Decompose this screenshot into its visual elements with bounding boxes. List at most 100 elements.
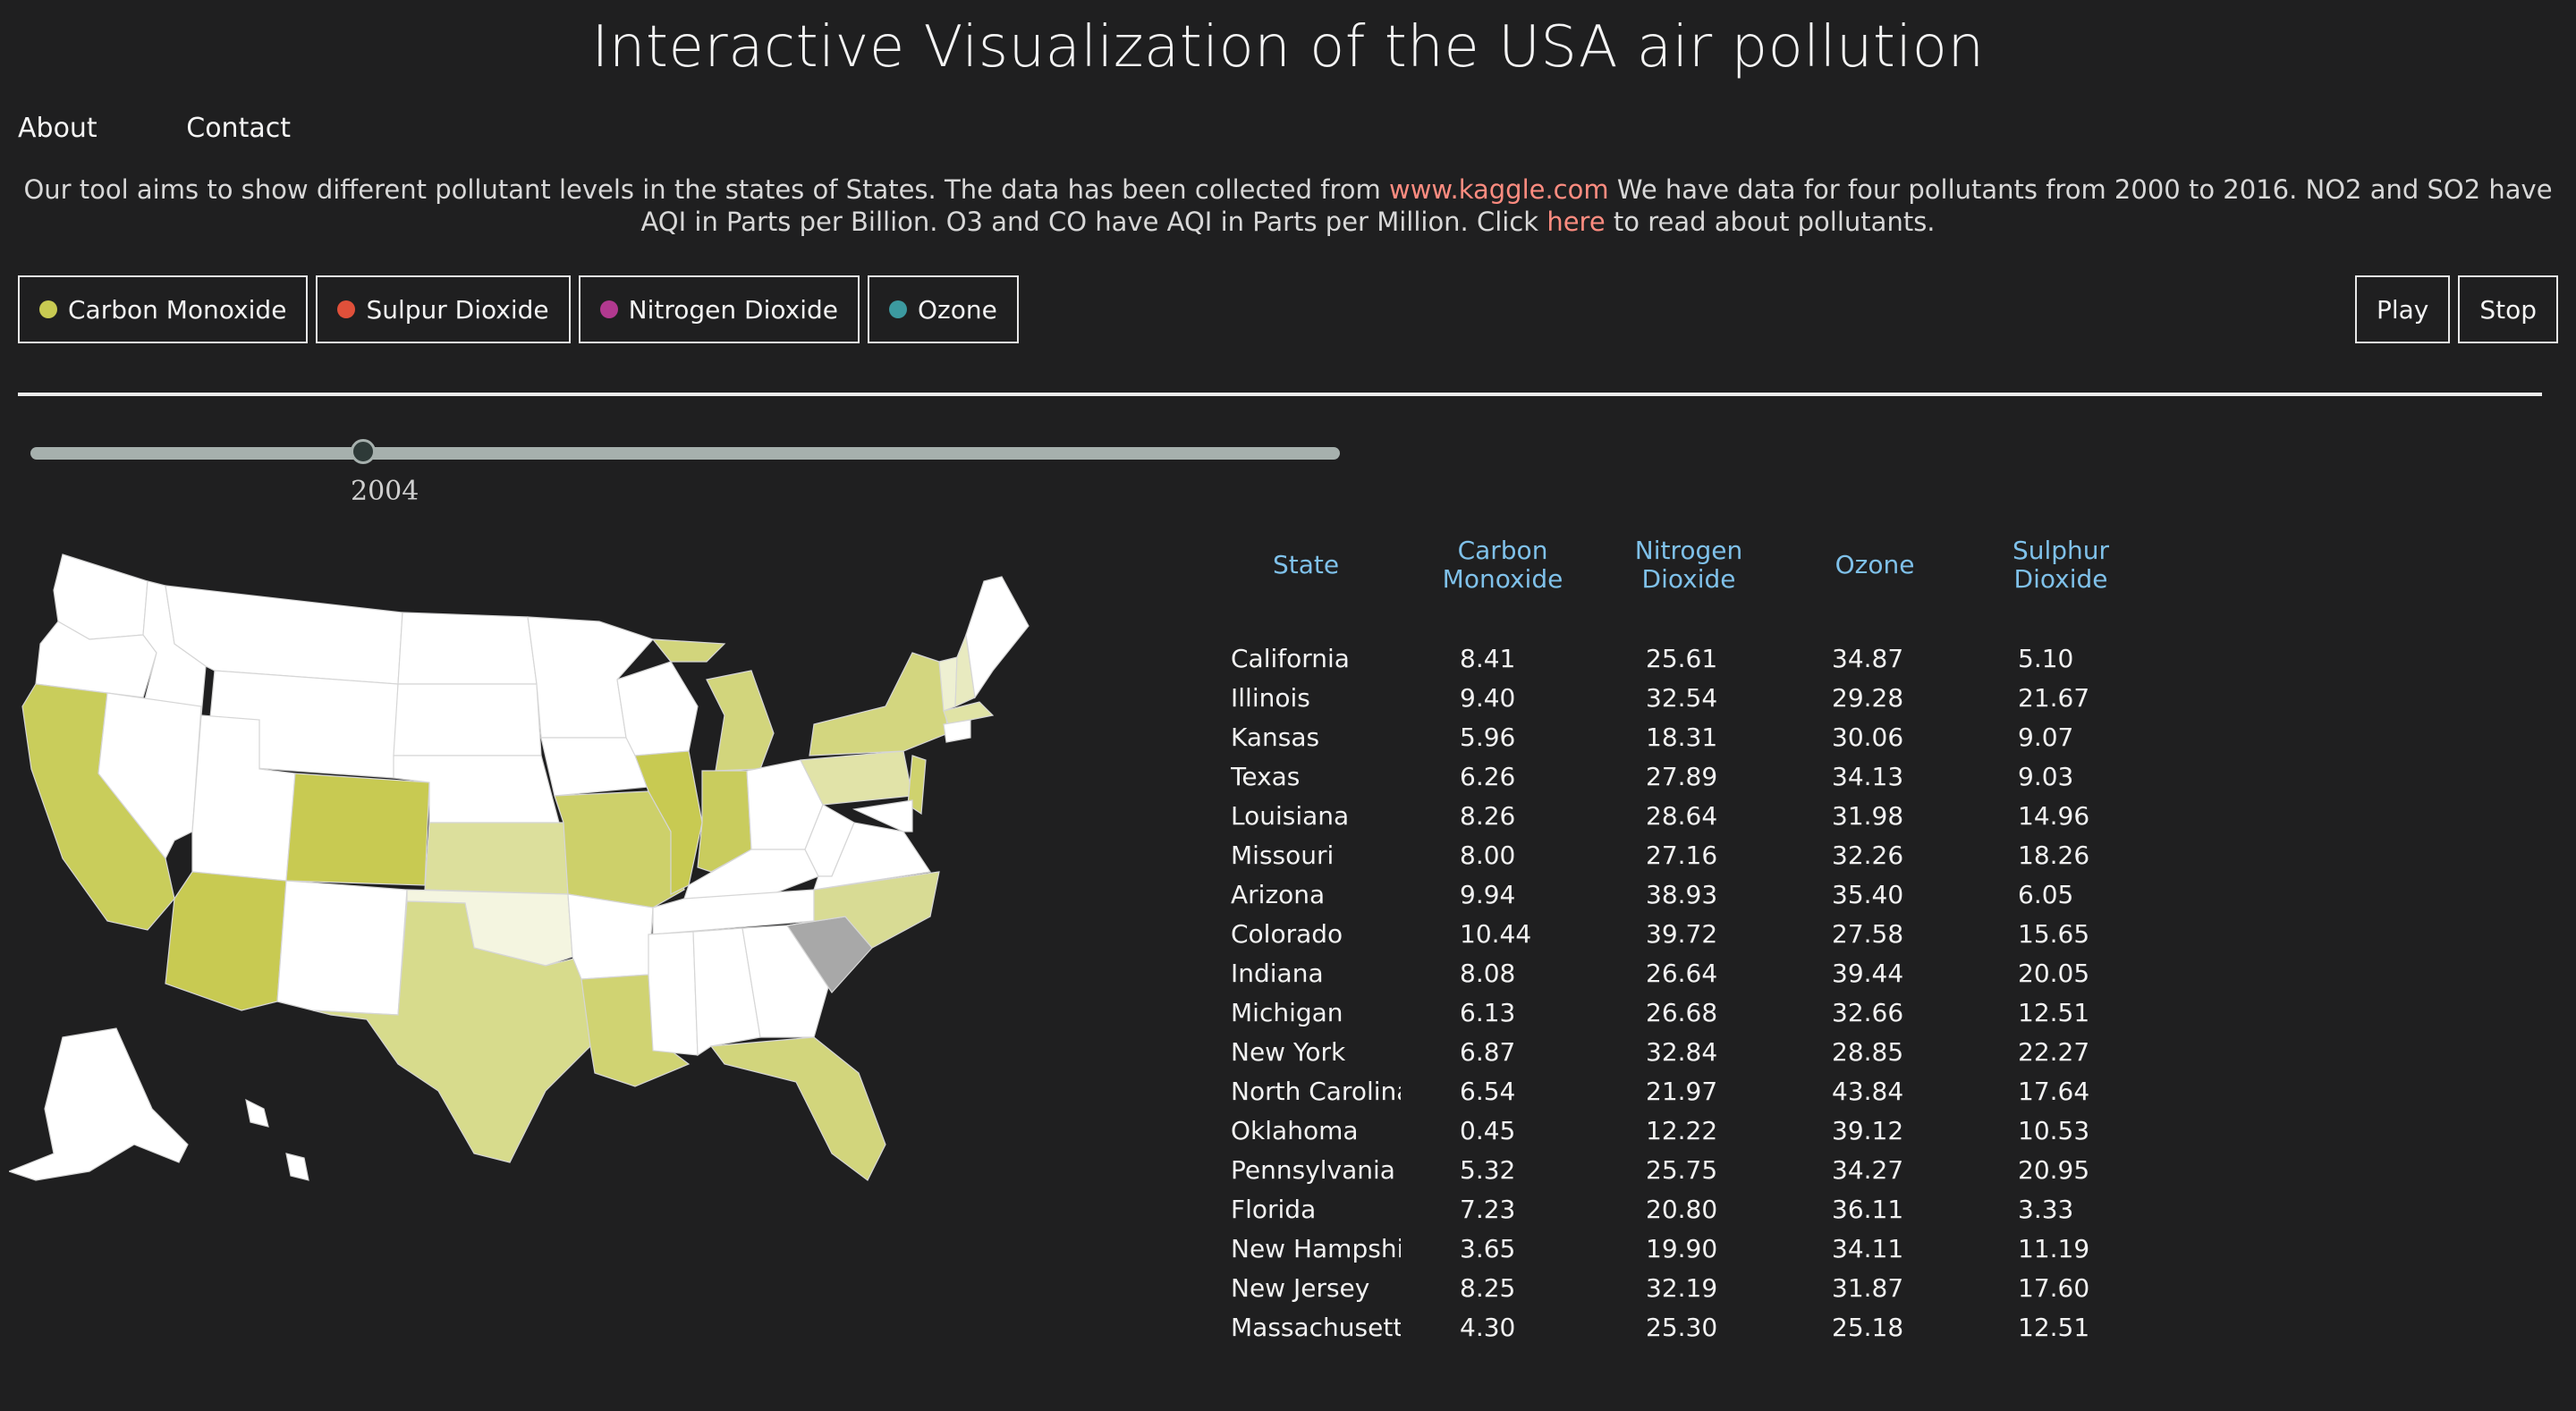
state-alaska[interactable]: [9, 1027, 189, 1181]
table-cell-state: Arizona: [1231, 880, 1326, 909]
table-cell-no2: 32.19: [1646, 1273, 1718, 1303]
header-nitrogen-dioxide: Nitrogen Dioxide: [1617, 537, 1760, 594]
pollutant-button-ozone[interactable]: Ozone: [867, 275, 1019, 343]
table-cell-co: 6.13: [1460, 998, 1516, 1027]
table-cell-so2: 9.03: [2018, 762, 2074, 791]
year-slider-track[interactable]: [30, 447, 1340, 460]
table-cell-state: Pennsylvania: [1231, 1155, 1395, 1185]
state-connecticut[interactable]: [943, 719, 971, 743]
table-cell-no2: 28.64: [1646, 801, 1718, 831]
table-cell-state: Illinois: [1231, 683, 1310, 713]
header-ozone: Ozone: [1835, 550, 1915, 579]
pollutant-label: Sulpur Dioxide: [366, 294, 549, 325]
table-cell-o3: 34.11: [1832, 1234, 1904, 1263]
table-cell-state: Louisiana: [1231, 801, 1350, 831]
table-cell-o3: 32.26: [1832, 841, 1904, 870]
state-florida[interactable]: [709, 1036, 886, 1181]
playback-controls: Play Stop: [2354, 275, 2558, 343]
stop-button[interactable]: Stop: [2458, 275, 2558, 343]
table-cell-no2: 27.89: [1646, 762, 1718, 791]
header-carbon-monoxide-line1: Carbon: [1457, 536, 1548, 565]
state-new-mexico[interactable]: [276, 880, 408, 1016]
table-cell-co: 8.00: [1460, 841, 1516, 870]
page-title: Interactive Visualization of the USA air…: [591, 14, 1985, 80]
state-wisconsin[interactable]: [616, 661, 699, 756]
state-kansas[interactable]: [424, 822, 569, 895]
pollutant-button-nitrogen-dioxide[interactable]: Nitrogen Dioxide: [578, 275, 860, 343]
pollutant-label: Ozone: [917, 294, 997, 325]
table-cell-so2: 6.05: [2018, 880, 2074, 909]
nitrogen-dioxide-dot-icon: [599, 300, 618, 318]
table-cell-co: 6.54: [1460, 1077, 1516, 1106]
year-slider-label: 2004: [351, 476, 419, 507]
header-sulphur-dioxide-line1: Sulphur: [2012, 536, 2110, 565]
table-cell-state: New Jersey: [1231, 1273, 1370, 1303]
play-button[interactable]: Play: [2354, 275, 2451, 343]
table-cell-state: Massachusetts: [1231, 1313, 1401, 1342]
header-sulphur-dioxide: Sulphur Dioxide: [1989, 537, 2132, 594]
kaggle-link[interactable]: www.kaggle.com: [1389, 174, 1609, 205]
state-new-york[interactable]: [809, 652, 949, 756]
pollutant-button-carbon-monoxide[interactable]: Carbon Monoxide: [18, 275, 309, 343]
pollutants-info-link[interactable]: here: [1546, 207, 1605, 237]
table-cell-co: 5.96: [1460, 722, 1516, 752]
state-hawaii[interactable]: [245, 1098, 309, 1181]
table-cell-so2: 5.10: [2018, 644, 2074, 673]
table-cell-co: 6.26: [1460, 762, 1516, 791]
table-cell-co: 6.87: [1460, 1037, 1516, 1067]
table-cell-state: New Hampshir: [1231, 1234, 1401, 1263]
table-cell-o3: 29.28: [1832, 683, 1904, 713]
ozone-dot-icon: [888, 300, 907, 318]
table-cell-co: 8.41: [1460, 644, 1516, 673]
state-mississippi[interactable]: [648, 931, 699, 1056]
table-cell-o3: 39.12: [1832, 1116, 1904, 1145]
usa-map[interactable]: [9, 537, 1055, 1189]
table-cell-co: 9.40: [1460, 683, 1516, 713]
state-arkansas[interactable]: [567, 893, 654, 980]
header-sulphur-dioxide-line2: Dioxide: [2013, 564, 2108, 594]
pollutant-button-sulphur-dioxide[interactable]: Sulpur Dioxide: [316, 275, 571, 343]
pollutant-selector: Carbon Monoxide Sulpur Dioxide Nitrogen …: [18, 275, 1019, 343]
pollutant-label: Nitrogen Dioxide: [628, 294, 838, 325]
state-north-dakota[interactable]: [397, 612, 538, 685]
header-carbon-monoxide: Carbon Monoxide: [1431, 537, 1574, 594]
table-cell-o3: 30.06: [1832, 722, 1904, 752]
intro-text: Our tool aims to show different pollutan…: [9, 173, 2567, 238]
pollutant-label: Carbon Monoxide: [68, 294, 287, 325]
table-cell-no2: 12.22: [1646, 1116, 1718, 1145]
table-cell-so2: 20.05: [2018, 959, 2090, 988]
table-cell-so2: 12.51: [2018, 998, 2090, 1027]
table-cell-o3: 34.13: [1832, 762, 1904, 791]
intro-part-1: Our tool aims to show different pollutan…: [23, 174, 1389, 205]
divider: [18, 393, 2542, 396]
header-nitrogen-dioxide-line1: Nitrogen: [1634, 536, 1743, 565]
sulphur-dioxide-dot-icon: [337, 300, 356, 318]
table-cell-o3: 28.85: [1832, 1037, 1904, 1067]
table-cell-o3: 32.66: [1832, 998, 1904, 1027]
table-cell-state: Michigan: [1231, 998, 1343, 1027]
nav-about-link[interactable]: About: [18, 113, 97, 144]
year-slider-handle[interactable]: [351, 439, 376, 464]
state-arizona[interactable]: [165, 871, 287, 1011]
state-maine[interactable]: [965, 576, 1030, 699]
table-cell-o3: 25.18: [1832, 1313, 1904, 1342]
table-cell-state: California: [1231, 644, 1350, 673]
table-cell-o3: 27.58: [1832, 919, 1904, 949]
table-cell-co: 3.65: [1460, 1234, 1516, 1263]
table-cell-state: Colorado: [1231, 919, 1343, 949]
state-colorado[interactable]: [285, 773, 430, 886]
table-cell-so2: 9.07: [2018, 722, 2074, 752]
table-cell-no2: 18.31: [1646, 722, 1718, 752]
state-south-dakota[interactable]: [393, 683, 542, 756]
table-cell-no2: 32.54: [1646, 683, 1718, 713]
table-cell-no2: 38.93: [1646, 880, 1718, 909]
table-cell-state: Texas: [1231, 762, 1301, 791]
nav-contact-link[interactable]: Contact: [186, 113, 291, 144]
table-cell-co: 4.30: [1460, 1313, 1516, 1342]
table-cell-o3: 34.87: [1832, 644, 1904, 673]
table-cell-co: 9.94: [1460, 880, 1516, 909]
table-cell-no2: 25.61: [1646, 644, 1718, 673]
table-cell-no2: 25.75: [1646, 1155, 1718, 1185]
table-cell-so2: 20.95: [2018, 1155, 2090, 1185]
table-cell-o3: 43.84: [1832, 1077, 1904, 1106]
